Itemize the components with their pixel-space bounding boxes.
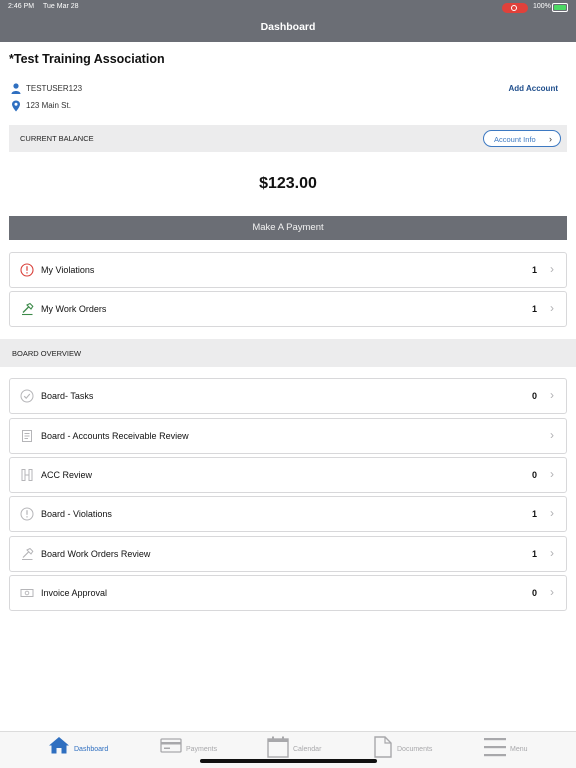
ledger-icon	[22, 430, 32, 442]
battery-percent: 100%	[533, 3, 551, 10]
balance-bar: CURRENT BALANCE Account Info ›	[9, 125, 567, 152]
tab-label: Menu	[510, 746, 528, 753]
page-title: Dashboard	[260, 21, 316, 33]
tab-label: Calendar	[293, 746, 322, 753]
tab-label: Payments	[186, 746, 218, 753]
chevron-right-icon: ›	[549, 134, 552, 144]
calendar-icon	[267, 736, 289, 758]
association-name: *Test Training Association	[9, 52, 165, 66]
status-date: Tue Mar 28	[43, 3, 79, 10]
hammer-icon	[22, 302, 34, 316]
make-payment-button[interactable]: Make A Payment	[9, 216, 567, 240]
alert-circle-icon	[20, 263, 34, 277]
list-item-label: Board- Tasks	[41, 391, 94, 401]
chevron-right-icon: ›	[550, 585, 554, 599]
list-item-my-work-orders[interactable]: My Work Orders 1 ›	[9, 291, 567, 327]
columns-icon	[21, 469, 33, 481]
tab-calendar[interactable]: Calendar	[267, 736, 337, 760]
account-info-label: Account Info	[494, 135, 536, 144]
tab-documents[interactable]: Documents	[374, 736, 444, 760]
list-item-label: Board - Accounts Receivable Review	[41, 431, 189, 441]
chevron-right-icon: ›	[550, 262, 554, 276]
hamburger-icon	[484, 738, 506, 757]
add-account-link[interactable]: Add Account	[509, 84, 558, 93]
account-info-button[interactable]: Account Info ›	[483, 130, 561, 147]
list-item-board-work-orders-review[interactable]: Board Work Orders Review 1 ›	[9, 536, 567, 572]
user-icon	[11, 83, 21, 94]
tab-label: Dashboard	[74, 746, 109, 753]
tab-dashboard[interactable]: Dashboard	[48, 736, 118, 760]
credit-card-icon	[160, 738, 182, 753]
alert-circle-icon	[20, 507, 34, 521]
tab-payments[interactable]: Payments	[160, 736, 230, 760]
username: TESTUSER123	[26, 84, 83, 93]
check-circle-icon	[20, 389, 34, 403]
list-item-label: My Work Orders	[41, 304, 107, 314]
list-item-count: 0	[531, 470, 537, 480]
list-item-count: 1	[531, 304, 537, 314]
screen-recording-icon	[502, 3, 528, 13]
tab-label: Documents	[397, 746, 433, 753]
list-item-board-tasks[interactable]: Board- Tasks 0 ›	[9, 378, 567, 414]
location-pin-icon	[12, 100, 20, 112]
chevron-right-icon: ›	[550, 428, 554, 442]
list-item-accounts-receivable-review[interactable]: Board - Accounts Receivable Review ›	[9, 418, 567, 454]
top-bar: 2:46 PM Tue Mar 28 100% Dashboard	[0, 0, 576, 42]
cash-icon	[20, 589, 34, 597]
list-item-invoice-approval[interactable]: Invoice Approval 0 ›	[9, 575, 567, 611]
list-item-label: My Violations	[41, 265, 95, 275]
list-item-label: Board - Violations	[41, 509, 112, 519]
chevron-right-icon: ›	[550, 301, 554, 315]
list-item-count: 1	[531, 549, 537, 559]
document-icon	[374, 736, 392, 758]
chevron-right-icon: ›	[550, 388, 554, 402]
balance-label: CURRENT BALANCE	[20, 134, 94, 143]
chevron-right-icon: ›	[550, 546, 554, 560]
chevron-right-icon: ›	[550, 506, 554, 520]
home-indicator[interactable]	[200, 759, 377, 763]
battery-icon	[552, 3, 568, 12]
status-bar: 2:46 PM Tue Mar 28 100%	[0, 2, 576, 14]
section-title: BOARD OVERVIEW	[12, 349, 82, 358]
list-item-count: 0	[531, 588, 537, 598]
list-item-label: ACC Review	[41, 470, 93, 480]
board-overview-header: BOARD OVERVIEW	[0, 339, 576, 367]
list-item-count: 0	[531, 391, 537, 401]
hammer-icon	[22, 547, 34, 560]
tab-menu[interactable]: Menu	[484, 736, 544, 760]
list-item-count: 1	[531, 509, 537, 519]
balance-amount: $123.00	[259, 175, 317, 192]
list-item-board-violations[interactable]: Board - Violations 1 ›	[9, 496, 567, 532]
list-item-acc-review[interactable]: ACC Review 0 ›	[9, 457, 567, 493]
chevron-right-icon: ›	[550, 467, 554, 481]
list-item-my-violations[interactable]: My Violations 1 ›	[9, 252, 567, 288]
list-item-label: Invoice Approval	[41, 588, 108, 598]
list-item-label: Board Work Orders Review	[41, 549, 151, 559]
list-item-count: 1	[531, 265, 537, 275]
status-time: 2:46 PM	[8, 3, 35, 10]
address: 123 Main St.	[26, 101, 71, 110]
home-icon	[49, 737, 69, 754]
